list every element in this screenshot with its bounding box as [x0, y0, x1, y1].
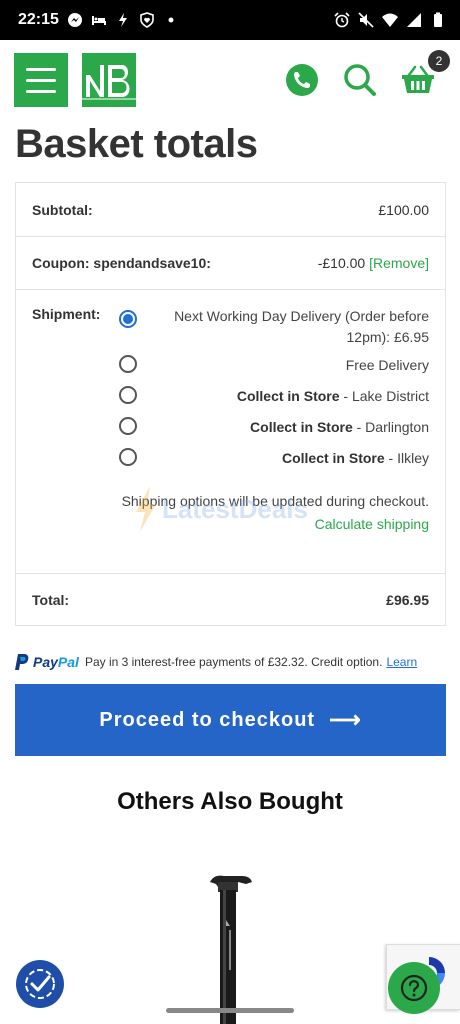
total-value: £96.95	[386, 591, 429, 608]
coupon-label: Coupon: spendandsave10:	[32, 255, 211, 271]
shipping-option-label: Collect in Store - Ilkley	[282, 448, 429, 469]
paypal-pay: Pay	[33, 654, 58, 670]
paypal-p-icon	[15, 654, 29, 670]
paypal-learn-link[interactable]: Learn	[386, 655, 417, 669]
shipping-option-lake-district[interactable]: Collect in Store - Lake District	[119, 386, 429, 407]
paypal-logo: PayPal	[15, 654, 79, 670]
site-header: 2	[0, 40, 460, 120]
help-icon	[400, 974, 428, 1002]
remove-coupon-link[interactable]: [Remove]	[369, 255, 429, 271]
status-bar: 22:15	[0, 0, 460, 40]
phone-button[interactable]	[284, 62, 320, 98]
arrow-right-icon: ⟶	[329, 707, 362, 732]
shipping-option-darlington[interactable]: Collect in Store - Darlington	[119, 417, 429, 438]
basket-icon	[402, 65, 434, 93]
shipping-option-free[interactable]: Free Delivery	[119, 355, 429, 376]
phone-icon	[286, 64, 318, 96]
product-image[interactable]	[190, 860, 270, 1024]
proceed-to-checkout-button[interactable]: Proceed to checkout ⟶	[15, 684, 446, 756]
paypal-message-text: Pay in 3 interest-free payments of £32.3…	[84, 655, 383, 669]
search-button[interactable]	[342, 62, 378, 98]
shipping-option-next-day[interactable]: Next Working Day Delivery (Order before …	[119, 306, 429, 348]
shipping-option-bold: Collect in Store	[250, 419, 353, 435]
shipping-option-ilkley[interactable]: Collect in Store - Ilkley	[119, 448, 429, 469]
shipping-option-label: Collect in Store - Darlington	[250, 417, 429, 438]
site-logo[interactable]	[82, 53, 136, 107]
page-title: Basket totals	[15, 122, 258, 166]
shipping-option-location: - Lake District	[339, 388, 429, 404]
shipping-radio-free[interactable]	[119, 355, 137, 373]
battery-icon	[434, 12, 442, 27]
nb-logo-icon	[82, 53, 136, 107]
help-button[interactable]	[388, 962, 440, 1014]
accessibility-icon	[25, 969, 55, 999]
subtotal-value: £100.00	[378, 201, 429, 218]
subtotal-row: Subtotal: £100.00	[16, 183, 445, 237]
shipment-label: Shipment:	[32, 306, 101, 322]
shipping-radio-lake-district[interactable]	[119, 386, 137, 404]
cart-count-badge: 2	[428, 50, 450, 72]
total-row: Total: £96.95	[16, 574, 445, 625]
menu-bar	[26, 89, 56, 93]
alarm-icon	[334, 12, 350, 28]
shield-heart-icon	[140, 12, 154, 28]
shipping-note: Shipping options will be updated during …	[121, 493, 429, 509]
paypal-message: PayPal Pay in 3 interest-free payments o…	[15, 654, 446, 670]
shipping-radio-next-day[interactable]	[119, 310, 137, 328]
menu-bar	[26, 78, 56, 82]
shipping-option-label: Free Delivery	[345, 357, 429, 373]
shipping-option-location: - Ilkley	[384, 450, 429, 466]
coupon-value: -£10.00	[317, 255, 366, 271]
shipping-option-bold: Collect in Store	[281, 450, 385, 466]
shipping-radio-ilkley[interactable]	[119, 448, 137, 466]
home-indicator[interactable]	[166, 1008, 294, 1013]
total-label: Total:	[32, 591, 70, 608]
shipping-option-label: Next Working Day Delivery (Order before …	[174, 308, 429, 345]
checkout-label: Proceed to checkout	[99, 708, 316, 731]
bed-icon	[91, 16, 106, 25]
shipping-option-location: - Darlington	[352, 419, 429, 435]
subtotal-label: Subtotal:	[32, 201, 93, 218]
menu-button[interactable]	[14, 53, 68, 107]
coupon-value-wrap: -£10.00 [Remove]	[318, 255, 429, 271]
menu-bar	[26, 67, 56, 71]
others-also-bought-title: Others Also Bought	[117, 788, 343, 815]
calculate-shipping-link[interactable]: Calculate shipping	[315, 516, 429, 532]
shipping-option-bold: Collect in Store	[236, 388, 340, 404]
accessibility-button[interactable]	[16, 960, 64, 1008]
shipping-radio-darlington[interactable]	[119, 417, 137, 435]
coupon-row: Coupon: spendandsave10: -£10.00 [Remove]	[16, 237, 445, 290]
messenger-icon	[67, 13, 82, 27]
bolt-icon	[118, 13, 127, 27]
cart-button[interactable]: 2	[400, 50, 450, 98]
wifi-icon	[382, 13, 398, 27]
dot-icon	[168, 17, 174, 23]
paypal-pal: Pal	[57, 654, 79, 670]
shipment-row: Shipment: Next Working Day Delivery (Ord…	[16, 290, 445, 574]
shipping-option-label: Collect in Store - Lake District	[237, 386, 429, 407]
search-icon	[344, 64, 376, 96]
signal-icon	[407, 13, 421, 27]
mute-icon	[358, 12, 374, 28]
status-time: 22:15	[18, 11, 59, 28]
basket-totals-table: Subtotal: £100.00 Coupon: spendandsave10…	[15, 182, 446, 626]
paypal-wordmark: PayPal	[33, 654, 79, 670]
